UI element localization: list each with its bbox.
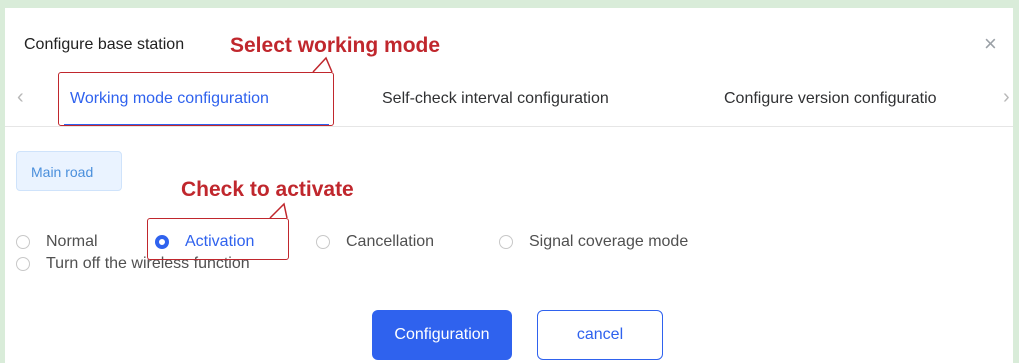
tab-self-check-interval[interactable]: Self-check interval configuration [382,90,609,108]
radio-activation[interactable]: Activation [155,233,254,251]
radio-circle-icon [16,235,30,249]
radio-normal[interactable]: Normal [16,233,98,251]
radio-label: Normal [46,233,98,250]
radio-cancellation[interactable]: Cancellation [316,233,434,251]
annotation-select-working-mode: Select working mode [230,34,441,57]
radio-circle-icon [16,257,30,271]
radio-label: Signal coverage mode [529,233,689,250]
radio-label: Turn off the wireless function [46,255,250,272]
dialog-title: Configure base station [24,36,185,53]
close-icon[interactable]: × [984,33,997,55]
radio-label: Cancellation [346,233,435,250]
main-road-chip[interactable]: Main road [16,151,122,191]
cancel-button[interactable]: cancel [537,310,663,360]
radio-circle-icon [499,235,513,249]
radio-checked-icon [155,235,169,249]
tab-prev-icon[interactable]: ‹ [17,86,24,109]
configuration-button[interactable]: Configuration [372,310,512,360]
radio-circle-icon [316,235,330,249]
active-tab-indicator [64,124,329,126]
radio-label: Activation [185,233,255,250]
tab-working-mode[interactable]: Working mode configuration [70,90,269,108]
tab-next-icon[interactable]: › [1003,86,1010,109]
configure-base-station-dialog [5,8,1013,363]
radio-turn-off-wireless[interactable]: Turn off the wireless function [16,255,250,273]
annotation-check-to-activate: Check to activate [181,178,354,201]
radio-signal-coverage[interactable]: Signal coverage mode [499,233,688,251]
tab-configure-version[interactable]: Configure version configuratio [724,90,988,108]
